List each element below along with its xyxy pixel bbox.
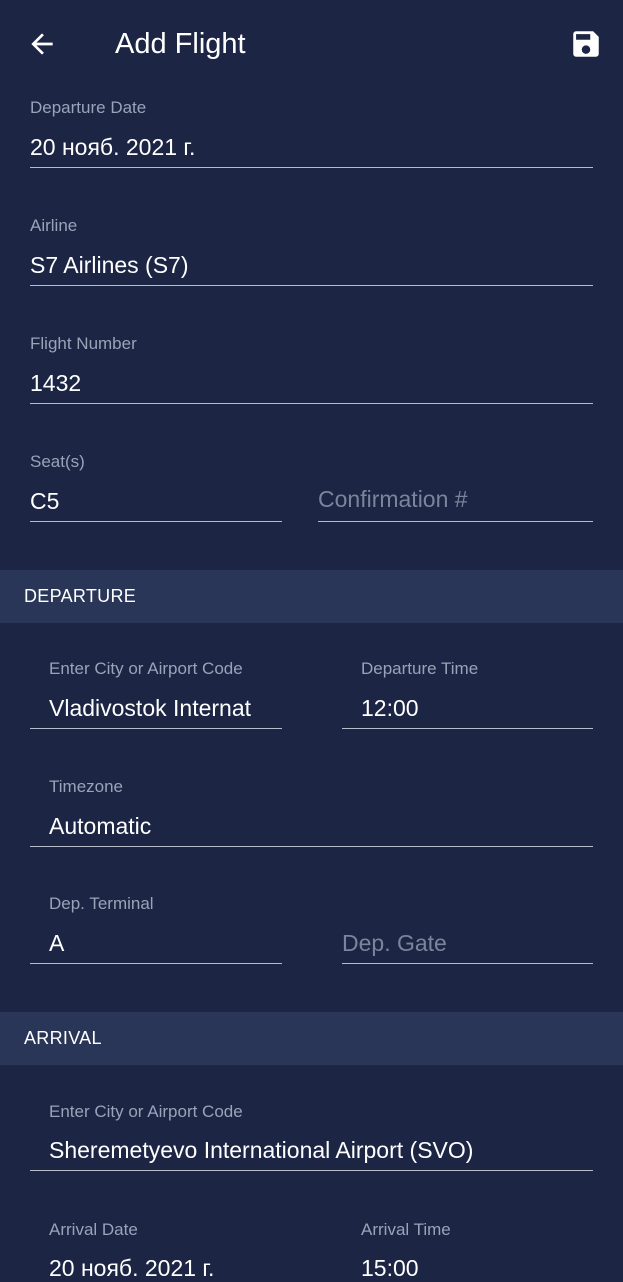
- arrival-city-label: Enter City or Airport Code: [49, 1102, 243, 1121]
- arrival-time-field[interactable]: Arrival Time 15:00: [342, 1218, 593, 1281]
- page-title: Add Flight: [115, 28, 246, 60]
- flight-number-label: Flight Number: [30, 334, 137, 353]
- departure-terminal-value: A: [49, 930, 65, 956]
- arrival-date-value: 20 нояб. 2021 г.: [49, 1255, 215, 1281]
- confirmation-field[interactable]: Confirmation #: [318, 450, 593, 524]
- airline-underline: [30, 285, 593, 286]
- departure-time-underline: [342, 728, 593, 729]
- save-button[interactable]: [566, 24, 606, 64]
- departure-date-value: 20 нояб. 2021 г.: [30, 134, 196, 160]
- flight-number-value: 1432: [30, 370, 82, 396]
- departure-date-underline: [30, 167, 593, 168]
- departure-time-label: Departure Time: [361, 659, 479, 678]
- arrow-left-icon: [31, 33, 53, 55]
- airline-label: Airline: [30, 216, 78, 235]
- departure-time-field[interactable]: Departure Time 12:00: [342, 657, 593, 731]
- arrival-date-field[interactable]: Arrival Date 20 нояб. 2021 г.: [30, 1218, 282, 1281]
- floppy-disk-icon: [573, 31, 599, 57]
- airline-field[interactable]: Airline S7 Airlines (S7): [30, 214, 593, 288]
- departure-date-label: Departure Date: [30, 98, 147, 117]
- departure-terminal-underline: [30, 963, 282, 964]
- departure-gate-field[interactable]: Dep. Gate: [342, 892, 593, 966]
- timezone-field[interactable]: Timezone Automatic: [30, 775, 593, 849]
- departure-city-label: Enter City or Airport Code: [49, 659, 243, 678]
- confirmation-placeholder: Confirmation #: [318, 486, 468, 512]
- departure-time-value: 12:00: [361, 695, 419, 721]
- departure-terminal-field[interactable]: Dep. Terminal A: [30, 892, 282, 966]
- arrival-city-field[interactable]: Enter City or Airport Code Sheremetyevo …: [30, 1100, 593, 1174]
- arrival-section-header: ARRIVAL: [0, 1012, 623, 1065]
- flight-number-underline: [30, 403, 593, 404]
- seats-label: Seat(s): [30, 452, 85, 471]
- seats-underline: [30, 521, 282, 522]
- flight-number-field[interactable]: Flight Number 1432: [30, 332, 593, 406]
- departure-gate-underline: [342, 963, 593, 964]
- departure-section-header: DEPARTURE: [0, 570, 623, 623]
- departure-city-underline: [30, 728, 282, 729]
- arrival-time-value: 15:00: [361, 1255, 419, 1281]
- departure-date-field[interactable]: Departure Date 20 нояб. 2021 г.: [30, 96, 593, 170]
- airline-value: S7 Airlines (S7): [30, 252, 189, 278]
- departure-city-value: Vladivostok Internat: [49, 695, 252, 721]
- timezone-underline: [30, 846, 593, 847]
- arrival-section-title: ARRIVAL: [24, 1028, 102, 1048]
- departure-section-title: DEPARTURE: [24, 586, 137, 606]
- arrival-date-label: Arrival Date: [49, 1220, 138, 1239]
- departure-terminal-label: Dep. Terminal: [49, 894, 154, 913]
- confirmation-underline: [318, 521, 593, 522]
- departure-gate-placeholder: Dep. Gate: [342, 930, 447, 956]
- timezone-label: Timezone: [49, 777, 124, 796]
- seats-field[interactable]: Seat(s) C5: [30, 450, 282, 524]
- seats-value: C5: [30, 488, 60, 514]
- arrival-time-label: Arrival Time: [361, 1220, 451, 1239]
- arrival-city-underline: [30, 1170, 593, 1171]
- arrival-city-value: Sheremetyevo International Airport (SVO): [49, 1137, 474, 1163]
- timezone-value: Automatic: [49, 813, 152, 839]
- departure-city-field[interactable]: Enter City or Airport Code Vladivostok I…: [30, 657, 282, 731]
- app-bar: Add Flight: [0, 0, 623, 88]
- back-button[interactable]: [22, 24, 62, 64]
